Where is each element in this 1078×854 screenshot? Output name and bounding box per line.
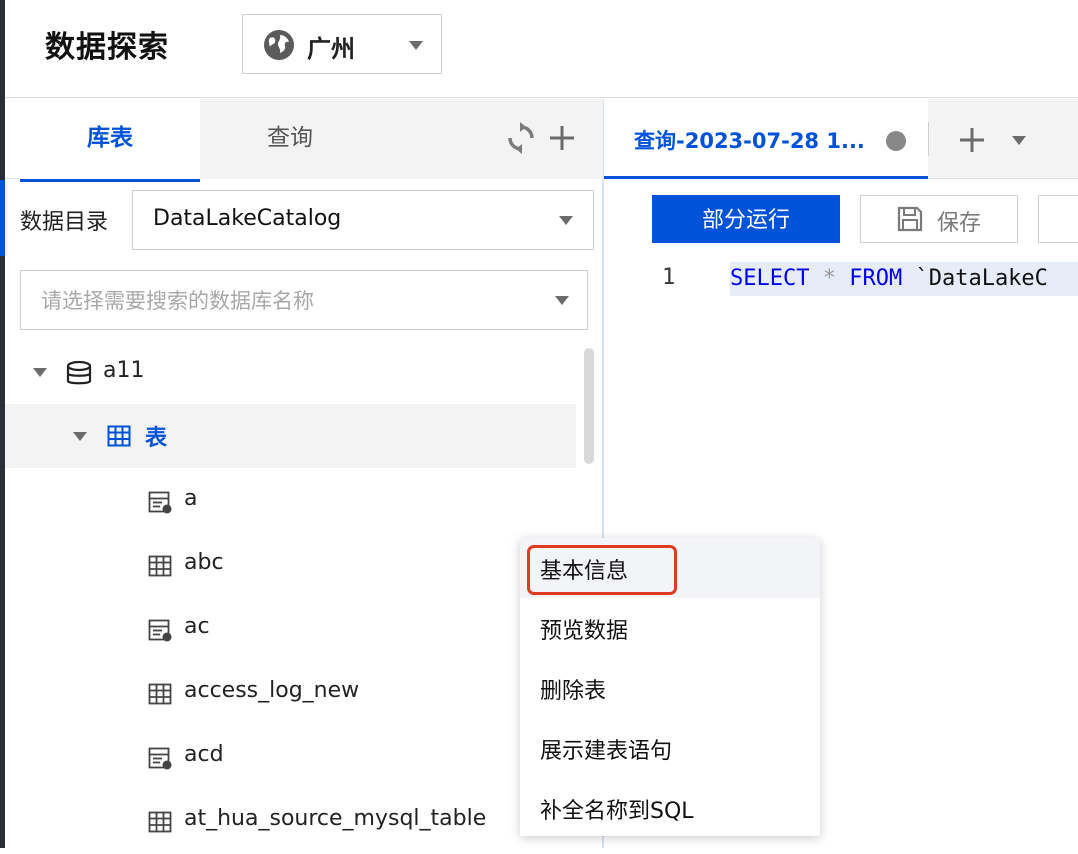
database-search-select[interactable] (20, 270, 588, 331)
table-row[interactable]: acd (5, 726, 565, 790)
code-identifier: `DataLakeC (915, 266, 1048, 291)
chevron-down-icon (409, 41, 423, 50)
globe-icon (264, 30, 294, 60)
view-table-icon (148, 491, 172, 514)
catalog-label: 数据目录 (20, 210, 109, 235)
divider (928, 122, 929, 156)
active-marker (0, 180, 5, 256)
table-row[interactable]: access_log_new (5, 662, 565, 726)
table-row[interactable]: ac (5, 598, 565, 662)
menu-item-label: 补全名称到SQL (540, 799, 694, 824)
region-label: 广州 (307, 35, 355, 63)
code-line[interactable]: SELECT * FROM `DataLakeC (730, 262, 1078, 296)
add-icon[interactable] (549, 124, 575, 152)
folder-label: 表 (145, 426, 168, 451)
catalog-value: DataLakeCatalog (153, 206, 342, 231)
save-label: 保存 (937, 211, 982, 236)
menu-item-preview-data[interactable]: 预览数据 (520, 598, 820, 658)
table-row[interactable]: abc (5, 534, 565, 598)
view-table-icon (148, 619, 172, 642)
table-name: a (184, 486, 198, 511)
tree-node-tables-folder[interactable]: 表 (5, 404, 576, 468)
menu-item-show-create-statement[interactable]: 展示建表语句 (520, 718, 820, 778)
add-tab-icon[interactable] (959, 126, 985, 154)
menu-item-label: 预览数据 (540, 619, 629, 644)
table-name: ac (184, 614, 210, 639)
tree-node-database[interactable]: a11 (5, 342, 565, 406)
table-icon (148, 555, 172, 577)
table-row[interactable]: at_hua_source_mysql_table (5, 790, 565, 854)
toolbar-button-partial[interactable] (1038, 195, 1078, 243)
menu-item-delete-table[interactable]: 删除表 (520, 658, 820, 718)
code-operator: * (822, 266, 836, 291)
table-name: access_log_new (184, 678, 360, 703)
table-icon (148, 683, 172, 705)
chevron-down-icon (555, 296, 569, 305)
line-number: 1 (662, 265, 676, 290)
expand-caret-icon[interactable] (73, 432, 87, 441)
partial-run-button[interactable]: 部分运行 (652, 195, 840, 243)
tab-tables[interactable]: 库表 (20, 99, 200, 182)
table-row[interactable]: a (5, 470, 565, 534)
table-name: acd (184, 742, 224, 767)
query-tab[interactable]: 查询-2023-07-28 1... (604, 99, 928, 179)
menu-item-complete-name-to-sql[interactable]: 补全名称到SQL (520, 778, 820, 838)
query-tab-title: 查询-2023-07-28 1... (634, 129, 865, 153)
database-name: a11 (103, 358, 145, 383)
unsaved-dot-icon[interactable] (886, 131, 906, 151)
save-icon (897, 206, 923, 232)
more-tabs-chevron-icon[interactable] (1012, 136, 1026, 145)
menu-item-label: 展示建表语句 (540, 739, 673, 764)
view-table-icon (148, 747, 172, 770)
catalog-select[interactable]: DataLakeCatalog (132, 190, 594, 250)
highlight-box (527, 545, 677, 595)
save-button[interactable]: 保存 (860, 195, 1018, 243)
table-icon (148, 811, 172, 833)
code-keyword: FROM (849, 266, 903, 291)
database-icon (66, 360, 92, 385)
scrollbar[interactable] (584, 348, 594, 464)
table-name: at_hua_source_mysql_table (184, 806, 487, 831)
table-grid-icon (107, 425, 131, 447)
chevron-down-icon (559, 216, 573, 225)
expand-caret-icon[interactable] (33, 368, 47, 377)
tab-query[interactable]: 查询 (200, 99, 380, 179)
table-name: abc (184, 550, 224, 575)
database-search-input[interactable] (21, 271, 563, 331)
code-keyword: SELECT (730, 266, 810, 291)
refresh-icon[interactable] (506, 122, 536, 154)
menu-item-label: 删除表 (540, 679, 607, 704)
region-select[interactable]: 广州 (242, 14, 442, 74)
page-title: 数据探索 (45, 30, 169, 65)
